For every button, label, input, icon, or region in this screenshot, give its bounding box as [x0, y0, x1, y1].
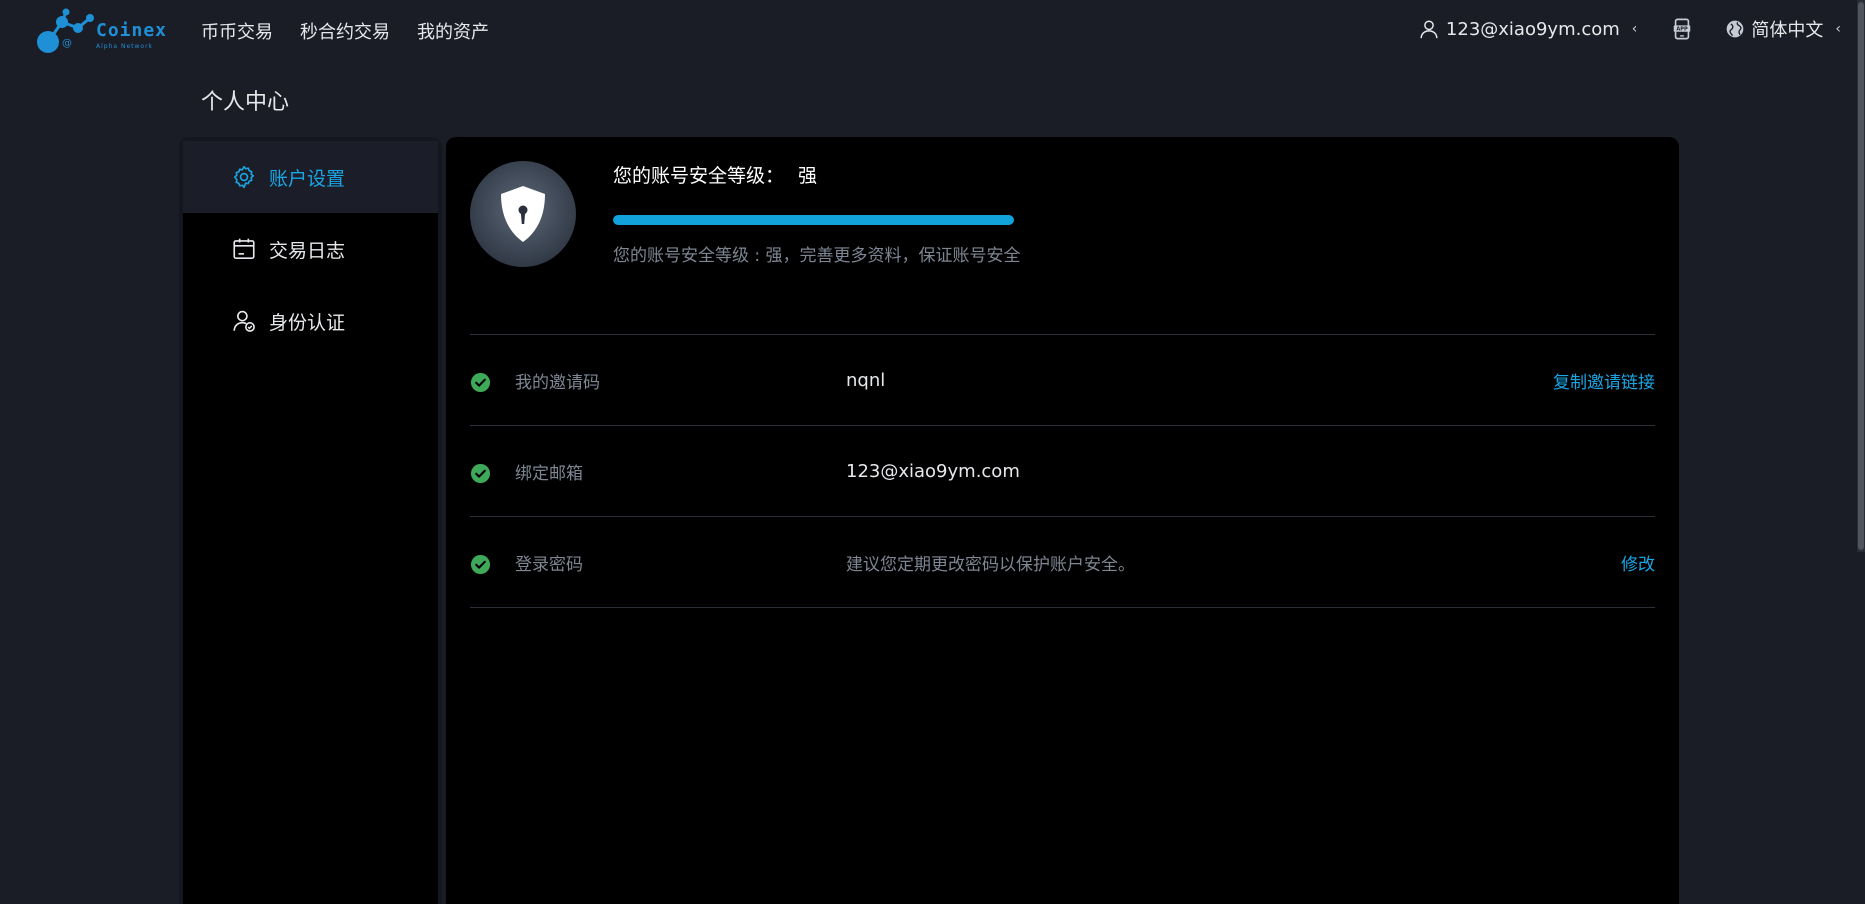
settings-row-invite-code: 我的邀请码 nqnl 复制邀请链接	[470, 335, 1655, 426]
security-progress-fill	[613, 215, 1014, 225]
chevron-left-icon: ‹	[1631, 21, 1638, 37]
security-level-heading: 您的账号安全等级： 强	[613, 161, 817, 188]
brand-name: Coinex	[96, 20, 168, 41]
logo-molecule-icon: @	[37, 8, 94, 53]
sidebar-item-label: 身份认证	[269, 311, 346, 334]
copy-invite-link-button[interactable]: 复制邀请链接	[1553, 368, 1655, 393]
sidebar-item-trade-log[interactable]: 交易日志	[183, 213, 438, 285]
security-progress-bar	[613, 215, 1014, 225]
settings-row-login-password: 登录密码 建议您定期更改密码以保护账户安全。 修改	[470, 517, 1655, 608]
page-title: 个人中心	[201, 90, 290, 115]
user-menu[interactable]: 123@xiao9ym.com ‹	[1418, 18, 1637, 40]
svg-text:@: @	[62, 38, 72, 49]
sidebar-item-identity-verification[interactable]: 身份认证	[183, 285, 438, 357]
page-scrollbar[interactable]	[1857, 0, 1865, 552]
sidebar-item-label: 账户设置	[269, 167, 346, 190]
user-verify-icon	[231, 308, 257, 334]
brand-tagline: Alpha Network	[96, 43, 154, 50]
user-icon	[1420, 20, 1438, 39]
password-hint: 建议您定期更改密码以保护账户安全。	[846, 554, 1135, 575]
sidebar-item-label: 交易日志	[269, 239, 346, 262]
top-navbar: @ Coinex Alpha Network 币币交易 秒合约交易 我的资产 1…	[0, 0, 1865, 62]
nav-my-assets[interactable]: 我的资产	[417, 18, 489, 44]
security-level-value: 强	[798, 165, 818, 187]
shield-icon	[501, 186, 545, 242]
security-level-label: 您的账号安全等级：	[613, 165, 785, 187]
change-password-button[interactable]: 修改	[1621, 550, 1655, 575]
language-label: 简体中文	[1751, 20, 1824, 41]
settings-list: 我的邀请码 nqnl 复制邀请链接 绑定邮箱 123@xiao9ym.com 登…	[470, 334, 1655, 608]
invite-code-value: nqnl	[846, 369, 886, 391]
nav-spot-trading[interactable]: 币币交易	[201, 18, 273, 44]
scrollbar-thumb[interactable]	[1858, 2, 1864, 550]
globe-icon	[1727, 20, 1744, 38]
language-selector[interactable]: 简体中文 ‹	[1725, 16, 1841, 42]
svg-text:APP: APP	[1677, 26, 1689, 32]
bound-email-value: 123@xiao9ym.com	[846, 460, 1020, 482]
row-label: 登录密码	[515, 554, 583, 575]
row-label: 绑定邮箱	[515, 463, 583, 484]
sidebar-item-account-settings[interactable]: 账户设置	[183, 141, 438, 213]
app-download-icon[interactable]: APP	[1671, 18, 1693, 40]
gear-icon	[231, 164, 257, 190]
security-tip: 您的账号安全等级 : 强，完善更多资料，保证账号安全	[613, 246, 1021, 266]
calendar-icon	[231, 236, 257, 262]
user-email: 123@xiao9ym.com	[1445, 18, 1620, 40]
nav-second-contract[interactable]: 秒合约交易	[300, 18, 390, 44]
chevron-left-icon: ‹	[1835, 21, 1841, 37]
settings-row-bound-email: 绑定邮箱 123@xiao9ym.com	[470, 426, 1655, 517]
check-circle-icon	[470, 463, 491, 484]
security-badge	[470, 161, 576, 267]
account-settings-panel: 您的账号安全等级： 强 您的账号安全等级 : 强，完善更多资料，保证账号安全 我的…	[446, 137, 1679, 904]
brand-logo[interactable]: @ Coinex Alpha Network	[34, 6, 170, 54]
sidebar: 账户设置 交易日志 身份认证	[179, 137, 442, 904]
header-actions: 123@xiao9ym.com ‹ APP 简体中文 ‹	[1418, 16, 1841, 42]
check-circle-icon	[470, 372, 491, 393]
row-label: 我的邀请码	[515, 372, 600, 393]
check-circle-icon	[470, 554, 491, 575]
main-nav: 币币交易 秒合约交易 我的资产	[201, 18, 489, 44]
